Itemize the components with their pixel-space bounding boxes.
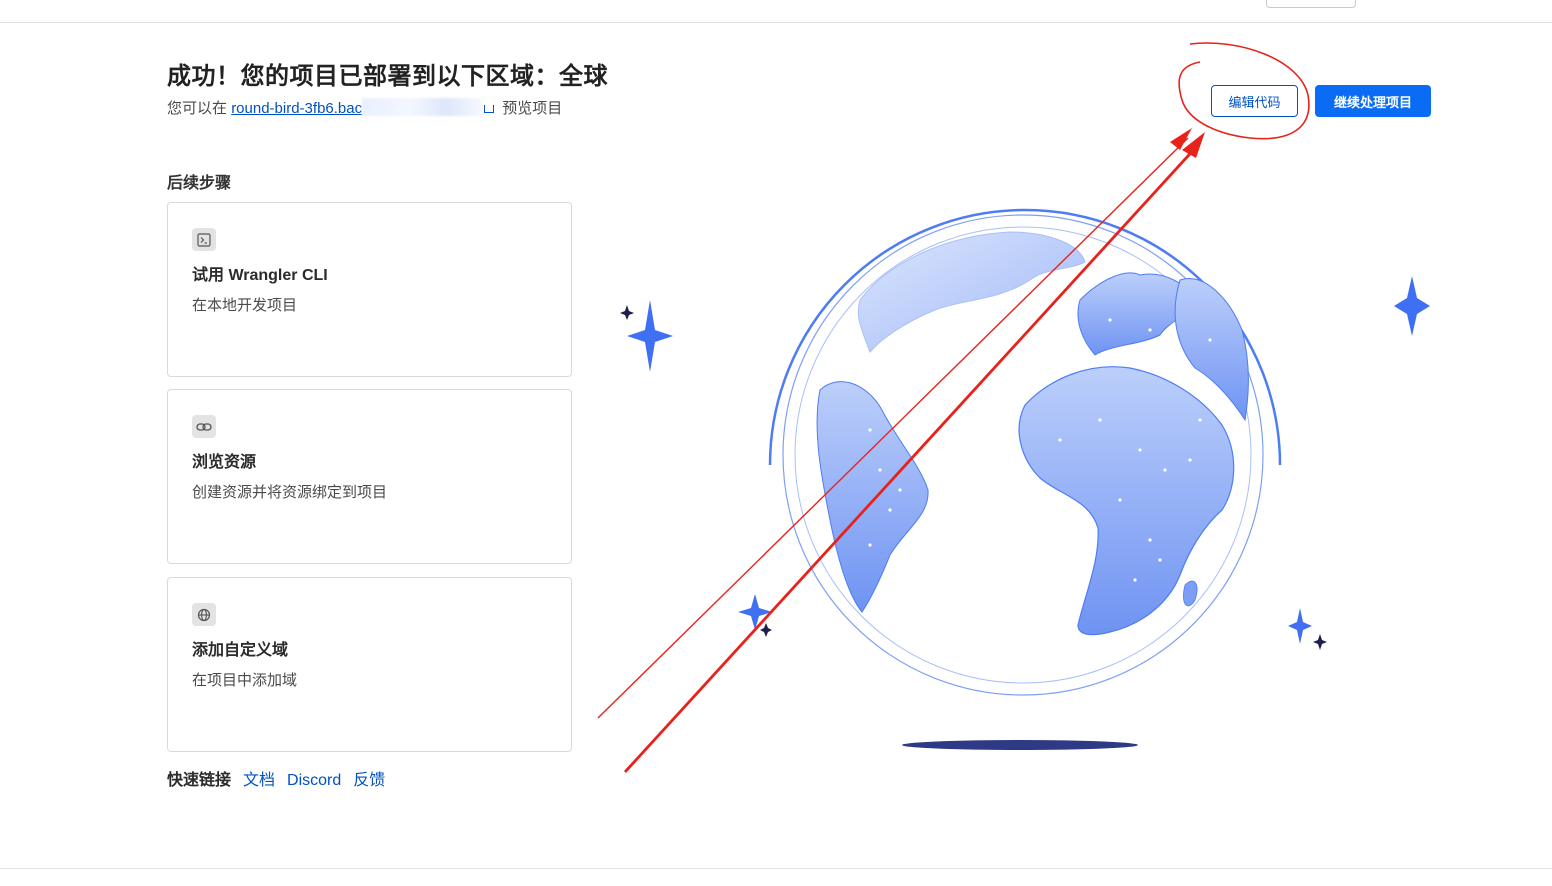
terminal-icon	[192, 228, 216, 251]
sparkle-icon	[620, 305, 634, 320]
madagascar-shape	[1183, 580, 1198, 607]
annotation-arrow-line	[597, 137, 1189, 719]
sparkle-icon	[738, 594, 772, 630]
quick-links: 快速链接 文档 Discord 反馈	[167, 766, 385, 790]
sparkle-icon	[760, 623, 772, 637]
asia-shape	[1174, 278, 1249, 422]
card-description: 在项目中添加域	[192, 672, 298, 689]
globe-ring	[782, 214, 1264, 696]
annotation-arrow-head	[1182, 132, 1205, 158]
annotation-arrow-head	[1170, 128, 1192, 150]
globe-outer-arc	[768, 208, 1282, 466]
footer-divider	[0, 868, 1552, 869]
page-title: 成功！您的项目已部署到以下区域：全球	[167, 63, 608, 90]
card-custom-domain[interactable]: 添加自定义域 在项目中添加域	[167, 577, 572, 752]
card-browse-resources[interactable]: 浏览资源 创建资源并将资源绑定到项目	[167, 389, 572, 564]
header-tab-partial[interactable]	[1266, 0, 1356, 8]
sparkle-icon	[1288, 608, 1312, 644]
continue-project-button[interactable]: 继续处理项目	[1315, 85, 1431, 117]
south-america-shape	[816, 381, 929, 613]
card-title: 试用 Wrangler CLI	[192, 267, 328, 284]
card-description: 在本地开发项目	[192, 297, 298, 314]
next-steps-heading: 后续步骤	[167, 175, 232, 192]
globe-ring-inner	[794, 226, 1252, 684]
quick-link-discord[interactable]: Discord	[287, 772, 341, 790]
europe-shape	[1077, 272, 1201, 356]
globe-icon	[192, 603, 216, 626]
redaction-blur	[362, 98, 483, 116]
sparkle-icons	[620, 276, 1430, 650]
sparkle-icon	[1313, 634, 1327, 650]
link-icon	[192, 415, 216, 438]
annotation-arrow-line	[623, 144, 1200, 773]
preview-link[interactable]: round-bird-3fb6.bac	[231, 98, 498, 117]
africa-shape	[1018, 366, 1235, 636]
page-subtitle: 您可以在 round-bird-3fb6.bac 预览项目	[167, 97, 562, 118]
header-divider	[0, 22, 1552, 23]
external-link-icon	[484, 105, 495, 113]
quick-link-feedback[interactable]: 反馈	[353, 766, 385, 790]
city-dots	[868, 318, 1212, 582]
quick-link-docs[interactable]: 文档	[243, 766, 275, 790]
sparkle-icon	[627, 300, 673, 372]
subtitle-prefix: 您可以在	[167, 100, 228, 117]
card-title: 浏览资源	[192, 454, 257, 471]
edit-code-button[interactable]: 编辑代码	[1211, 85, 1298, 117]
north-america-shape	[857, 231, 1086, 353]
card-description: 创建资源并将资源绑定到项目	[192, 484, 388, 501]
sparkle-icon	[1394, 276, 1430, 336]
subtitle-suffix: 预览项目	[502, 100, 563, 117]
card-title: 添加自定义域	[192, 642, 289, 659]
quick-links-label: 快速链接	[167, 772, 232, 789]
card-wrangler-cli[interactable]: 试用 Wrangler CLI 在本地开发项目	[167, 202, 572, 377]
globe-shadow	[902, 740, 1138, 750]
